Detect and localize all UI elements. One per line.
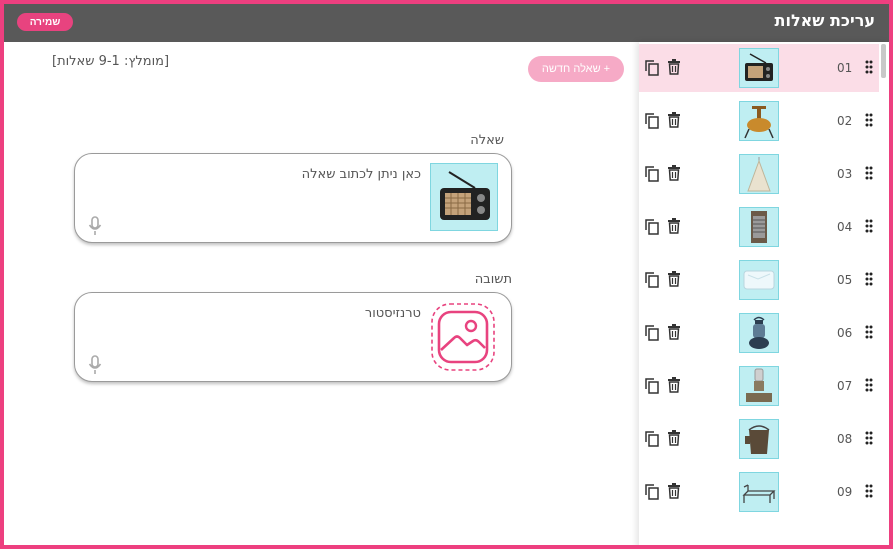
primus-stove-icon — [744, 106, 774, 139]
drag-handle-icon[interactable] — [865, 219, 873, 233]
question-list: 01 02 03 04 05 06 07 08 09 — [639, 42, 889, 545]
save-button[interactable]: שמירה — [17, 13, 73, 31]
image-placeholder-icon[interactable] — [430, 302, 496, 372]
trash-icon[interactable] — [667, 271, 681, 287]
drag-handle-icon[interactable] — [865, 431, 873, 445]
app-frame: עריכת שאלות שמירה [מומלץ: 9-1 שאלות] + ש… — [0, 0, 893, 549]
question-row[interactable]: 03 — [639, 150, 879, 198]
drag-handle-icon[interactable] — [865, 60, 873, 74]
copy-icon[interactable] — [645, 113, 659, 129]
question-thumbnail[interactable] — [739, 419, 779, 459]
question-number: 03 — [837, 167, 853, 181]
microphone-icon[interactable] — [88, 216, 102, 236]
question-thumbnail[interactable] — [739, 207, 779, 247]
drag-handle-icon[interactable] — [865, 166, 873, 180]
question-number: 05 — [837, 273, 853, 287]
trash-icon[interactable] — [667, 377, 681, 393]
trash-icon[interactable] — [667, 483, 681, 499]
question-row[interactable]: 04 — [639, 203, 879, 251]
question-number: 04 — [837, 220, 853, 234]
question-number: 09 — [837, 485, 853, 499]
question-number: 07 — [837, 379, 853, 393]
question-row[interactable]: 08 — [639, 415, 879, 463]
trash-icon[interactable] — [667, 430, 681, 446]
question-thumbnail[interactable] — [739, 101, 779, 141]
copy-icon[interactable] — [645, 484, 659, 500]
question-image[interactable] — [430, 163, 498, 231]
question-label: שאלה — [470, 133, 504, 148]
answer-label: תשובה — [474, 272, 512, 287]
lantern-icon — [749, 316, 769, 349]
question-number: 01 — [837, 61, 853, 75]
question-thumbnail[interactable] — [739, 313, 779, 353]
washboard-icon — [751, 211, 767, 243]
answer-text[interactable]: טרנזיסטור — [365, 306, 421, 321]
question-thumbnail[interactable] — [739, 366, 779, 406]
drag-handle-icon[interactable] — [865, 378, 873, 392]
trash-icon[interactable] — [667, 218, 681, 234]
copy-icon[interactable] — [645, 272, 659, 288]
question-box[interactable]: כאן ניתן לכתוב שאלה — [74, 153, 512, 243]
question-row[interactable]: 09 — [639, 468, 879, 516]
copy-icon[interactable] — [645, 219, 659, 235]
question-number: 06 — [837, 326, 853, 340]
question-row[interactable]: 07 — [639, 362, 879, 410]
copy-icon[interactable] — [645, 60, 659, 76]
question-thumbnail[interactable] — [739, 260, 779, 300]
question-number: 08 — [837, 432, 853, 446]
radio-icon — [745, 53, 773, 81]
mosquito-net-icon — [747, 157, 771, 192]
scrollbar-thumb[interactable] — [881, 44, 886, 78]
kerosene-lamp-icon — [746, 368, 772, 402]
copy-icon[interactable] — [645, 325, 659, 341]
question-number: 02 — [837, 114, 853, 128]
radio-icon — [440, 171, 490, 220]
answer-box[interactable]: טרנזיסטור — [74, 292, 512, 382]
question-thumbnail[interactable] — [739, 154, 779, 194]
question-row[interactable]: 02 — [639, 97, 879, 145]
question-row[interactable]: 06 — [639, 309, 879, 357]
copy-icon[interactable] — [645, 431, 659, 447]
drag-handle-icon[interactable] — [865, 484, 873, 498]
new-question-button[interactable]: + שאלה חדשה — [528, 56, 624, 82]
copy-icon[interactable] — [645, 166, 659, 182]
drag-handle-icon[interactable] — [865, 272, 873, 286]
question-thumbnail[interactable] — [739, 472, 779, 512]
trash-icon[interactable] — [667, 59, 681, 75]
microphone-icon[interactable] — [88, 355, 102, 375]
question-text[interactable]: כאן ניתן לכתוב שאלה — [302, 167, 421, 182]
question-count-hint: [מומלץ: 9-1 שאלות] — [52, 54, 170, 69]
drag-handle-icon[interactable] — [865, 113, 873, 127]
drag-handle-icon[interactable] — [865, 325, 873, 339]
question-thumbnail[interactable] — [739, 48, 779, 88]
cot-bed-icon — [742, 484, 776, 503]
page-title: עריכת שאלות — [774, 11, 875, 30]
trash-icon[interactable] — [667, 112, 681, 128]
header-bar: עריכת שאלות שמירה — [4, 4, 889, 42]
trash-icon[interactable] — [667, 324, 681, 340]
question-row[interactable]: 01 — [639, 44, 879, 92]
question-row[interactable]: 05 — [639, 256, 879, 304]
trash-icon[interactable] — [667, 165, 681, 181]
bucket-icon — [745, 425, 770, 454]
copy-icon[interactable] — [645, 378, 659, 394]
ice-block-icon — [743, 270, 775, 290]
